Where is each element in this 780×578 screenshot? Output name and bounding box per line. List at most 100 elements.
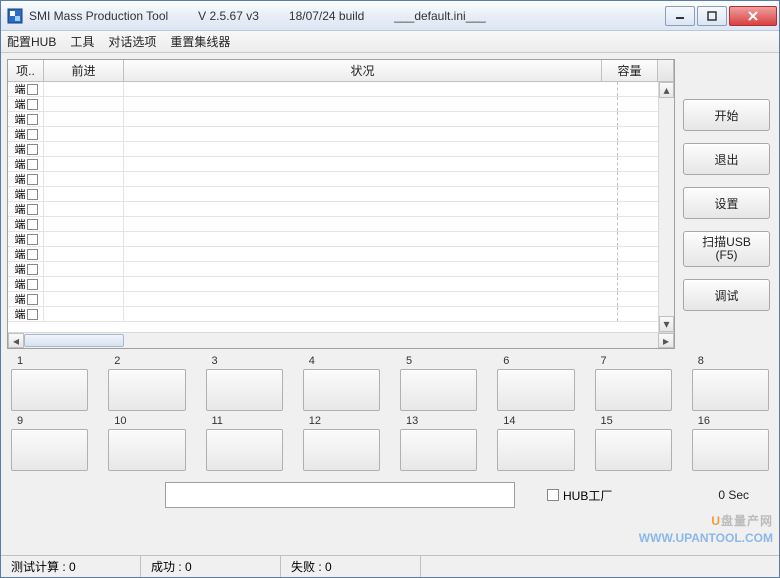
- port-checkbox[interactable]: [27, 294, 38, 305]
- slot-button[interactable]: [206, 429, 283, 471]
- cell-item[interactable]: 端: [8, 127, 44, 141]
- slot-button[interactable]: [497, 369, 574, 411]
- table-row[interactable]: 端: [8, 292, 674, 307]
- slot-label: 9: [11, 415, 88, 427]
- menu-tools[interactable]: 工具: [70, 33, 94, 50]
- scroll-thumb[interactable]: [24, 334, 124, 347]
- table-row[interactable]: 端: [8, 262, 674, 277]
- scroll-track[interactable]: [24, 333, 658, 348]
- table-row[interactable]: 端: [8, 142, 674, 157]
- port-checkbox[interactable]: [27, 249, 38, 260]
- table-row[interactable]: 端: [8, 97, 674, 112]
- port-checkbox[interactable]: [27, 99, 38, 110]
- checkbox-icon[interactable]: [547, 489, 559, 501]
- port-checkbox[interactable]: [27, 144, 38, 155]
- cell-item[interactable]: 端: [8, 112, 44, 126]
- cell-forward: [44, 127, 124, 141]
- cell-item[interactable]: 端: [8, 232, 44, 246]
- minimize-button[interactable]: [665, 6, 695, 26]
- table-row[interactable]: 端: [8, 112, 674, 127]
- port-checkbox[interactable]: [27, 84, 38, 95]
- port-checkbox[interactable]: [27, 219, 38, 230]
- cell-item[interactable]: 端: [8, 247, 44, 261]
- col-forward[interactable]: 前进: [44, 60, 124, 81]
- message-textbox[interactable]: [165, 482, 515, 508]
- scroll-up-icon[interactable]: ▴: [659, 82, 674, 98]
- close-button[interactable]: [729, 6, 777, 26]
- port-checkbox[interactable]: [27, 129, 38, 140]
- start-button[interactable]: 开始: [683, 99, 770, 131]
- table-row[interactable]: 端: [8, 307, 674, 322]
- table-row[interactable]: 端: [8, 187, 674, 202]
- col-item[interactable]: 项..: [8, 60, 44, 81]
- cell-status: [124, 187, 618, 201]
- port-checkbox[interactable]: [27, 264, 38, 275]
- titlebar: SMI Mass Production Tool V 2.5.67 v3 18/…: [1, 1, 779, 31]
- port-checkbox[interactable]: [27, 279, 38, 290]
- hub-factory-checkbox[interactable]: HUB工厂: [547, 487, 612, 504]
- scroll-down-icon[interactable]: ▾: [659, 316, 674, 332]
- cell-item[interactable]: 端: [8, 307, 44, 321]
- scroll-right-icon[interactable]: ▸: [658, 333, 674, 348]
- slot-3: 3: [206, 355, 283, 411]
- slot-button[interactable]: [108, 369, 185, 411]
- menu-dialog-options[interactable]: 对话选项: [108, 33, 156, 50]
- menu-reset-hub[interactable]: 重置集线器: [170, 33, 230, 50]
- cell-item[interactable]: 端: [8, 277, 44, 291]
- cell-item[interactable]: 端: [8, 292, 44, 306]
- cell-item[interactable]: 端: [8, 172, 44, 186]
- slot-button[interactable]: [206, 369, 283, 411]
- setting-button[interactable]: 设置: [683, 187, 770, 219]
- horizontal-scrollbar[interactable]: ◂ ▸: [8, 332, 674, 348]
- port-checkbox[interactable]: [27, 234, 38, 245]
- table-row[interactable]: 端: [8, 127, 674, 142]
- slot-button[interactable]: [11, 369, 88, 411]
- slot-button[interactable]: [11, 429, 88, 471]
- cell-item[interactable]: 端: [8, 82, 44, 96]
- scroll-left-icon[interactable]: ◂: [8, 333, 24, 348]
- cell-item[interactable]: 端: [8, 262, 44, 276]
- cell-item[interactable]: 端: [8, 142, 44, 156]
- col-capacity[interactable]: 容量: [602, 60, 658, 81]
- slot-button[interactable]: [692, 369, 769, 411]
- slot-button[interactable]: [400, 369, 477, 411]
- port-checkbox[interactable]: [27, 159, 38, 170]
- slot-button[interactable]: [303, 429, 380, 471]
- title-text: SMI Mass Production Tool V 2.5.67 v3 18/…: [29, 9, 486, 23]
- scan-usb-button[interactable]: 扫描USB (F5): [683, 231, 770, 267]
- statusbar: 测试计算 : 0 成功 : 0 失败 : 0: [1, 555, 779, 577]
- port-checkbox[interactable]: [27, 189, 38, 200]
- port-checkbox[interactable]: [27, 174, 38, 185]
- slot-button[interactable]: [497, 429, 574, 471]
- maximize-button[interactable]: [697, 6, 727, 26]
- debug-button[interactable]: 调试: [683, 279, 770, 311]
- table-row[interactable]: 端: [8, 232, 674, 247]
- table-row[interactable]: 端: [8, 247, 674, 262]
- slot-button[interactable]: [108, 429, 185, 471]
- cell-item[interactable]: 端: [8, 97, 44, 111]
- slot-button[interactable]: [303, 369, 380, 411]
- port-checkbox[interactable]: [27, 114, 38, 125]
- table-row[interactable]: 端: [8, 172, 674, 187]
- cell-item[interactable]: 端: [8, 157, 44, 171]
- port-checkbox[interactable]: [27, 204, 38, 215]
- exit-button[interactable]: 退出: [683, 143, 770, 175]
- menu-configure-hub[interactable]: 配置HUB: [7, 33, 56, 50]
- table-row[interactable]: 端: [8, 157, 674, 172]
- table-row[interactable]: 端: [8, 277, 674, 292]
- slot-button[interactable]: [595, 429, 672, 471]
- port-checkbox[interactable]: [27, 309, 38, 320]
- table-row[interactable]: 端: [8, 202, 674, 217]
- col-status[interactable]: 状况: [124, 60, 602, 81]
- table-row[interactable]: 端: [8, 217, 674, 232]
- cell-item[interactable]: 端: [8, 187, 44, 201]
- cell-item[interactable]: 端: [8, 202, 44, 216]
- cell-item[interactable]: 端: [8, 217, 44, 231]
- table-row[interactable]: 端: [8, 82, 674, 97]
- slot-button[interactable]: [400, 429, 477, 471]
- vertical-scrollbar[interactable]: ▴ ▾: [658, 82, 674, 332]
- slot-label: 7: [595, 355, 672, 367]
- slot-button[interactable]: [595, 369, 672, 411]
- slot-button[interactable]: [692, 429, 769, 471]
- cell-status: [124, 157, 618, 171]
